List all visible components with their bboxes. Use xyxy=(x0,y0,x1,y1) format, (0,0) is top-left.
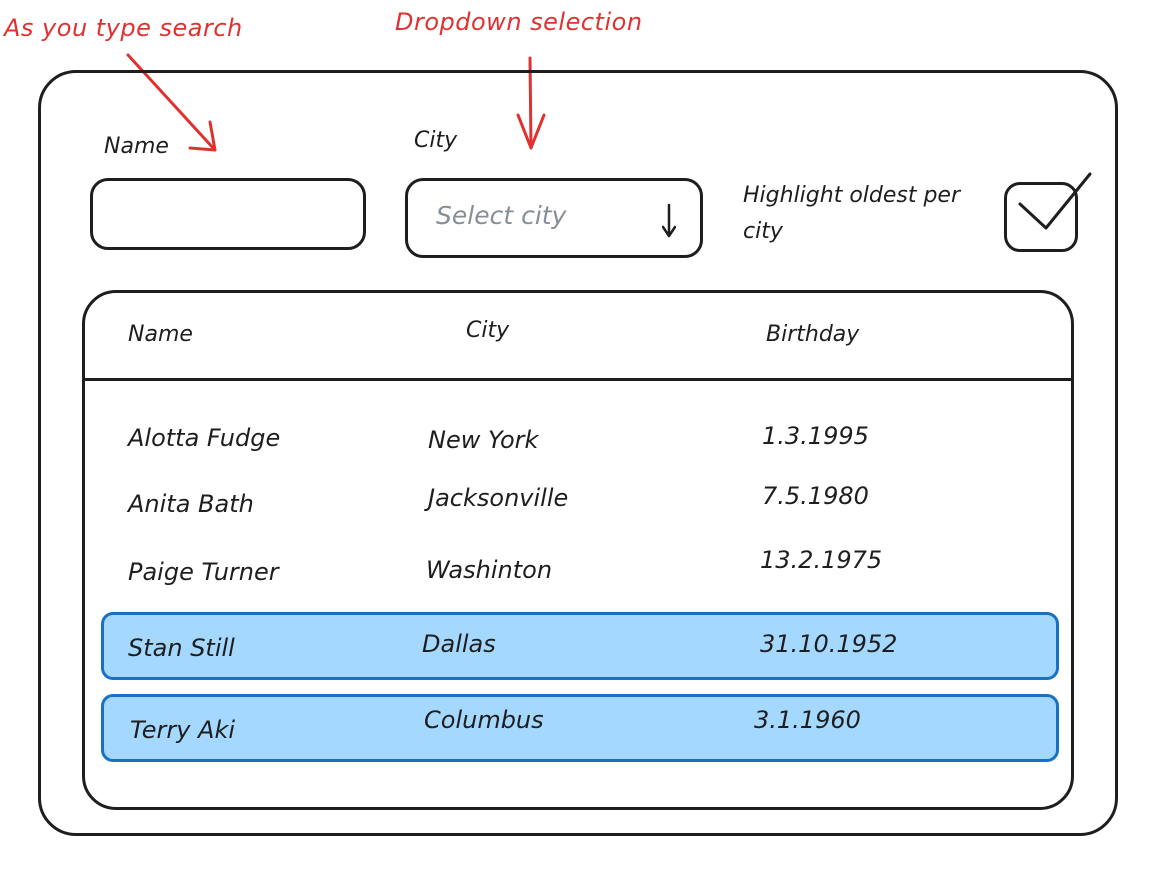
column-header-birthday: Birthday xyxy=(766,322,860,347)
table-row-2-birthday: 7.5.1980 xyxy=(762,482,869,510)
arrow-down-icon xyxy=(662,203,676,238)
row-highlight-stan-still xyxy=(101,612,1059,680)
highlight-oldest-label: Highlight oldest per city xyxy=(743,183,961,244)
table-row-2-city: Jacksonville xyxy=(428,484,569,512)
table-row-4-name: Stan Still xyxy=(128,634,235,662)
checkmark-icon xyxy=(1018,172,1092,230)
table-row-3-name: Paige Turner xyxy=(128,558,279,586)
table-row-4-birthday: 31.10.1952 xyxy=(760,630,898,658)
table-row-3-birthday: 13.2.1975 xyxy=(760,546,883,574)
table-row-5-birthday: 3.1.1960 xyxy=(754,706,861,734)
column-header-city: City xyxy=(466,318,510,343)
table-row-1-city: New York xyxy=(428,426,539,454)
name-search-input[interactable] xyxy=(90,178,366,250)
city-select[interactable]: Select city xyxy=(405,178,703,258)
table-row-5-city: Columbus xyxy=(424,706,544,734)
table-row-5-name: Terry Aki xyxy=(130,716,236,744)
table-row-4-city: Dallas xyxy=(422,630,496,658)
city-filter-label: City xyxy=(414,128,458,153)
table-row-1-name: Alotta Fudge xyxy=(128,424,281,452)
name-filter-label: Name xyxy=(104,134,169,159)
table-header-divider xyxy=(84,378,1074,381)
table-row-2-name: Anita Bath xyxy=(128,490,254,518)
table-row-3-city: Washinton xyxy=(426,556,553,584)
row-highlight-terry-aki xyxy=(101,694,1059,762)
table-row-1-birthday: 1.3.1995 xyxy=(762,422,869,450)
column-header-name: Name xyxy=(128,322,193,347)
city-select-placeholder: Select city xyxy=(436,201,567,230)
